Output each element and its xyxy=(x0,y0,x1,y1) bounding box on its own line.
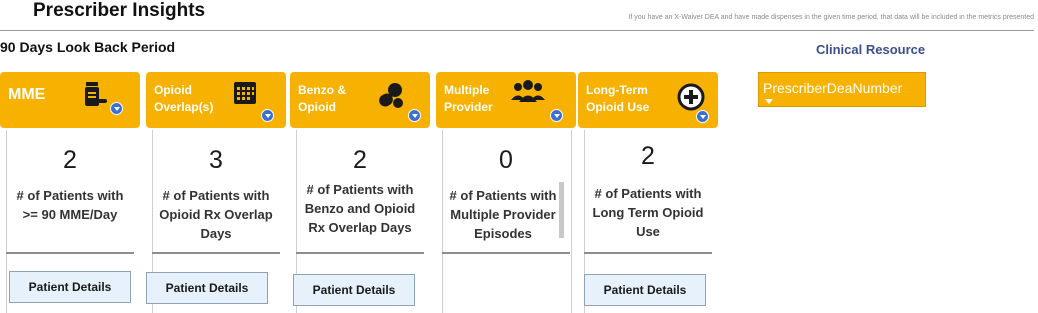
opioid-overlap-divider xyxy=(152,252,280,254)
benzo-opioid-description: # of Patients with Benzo and Opioid Rx O… xyxy=(304,182,416,235)
prescriber-dea-dropdown[interactable]: PrescriberDeaNumber xyxy=(758,72,926,107)
multiple-provider-card: Multiple Provider 0 # of Patients with M… xyxy=(436,72,576,313)
opioid-overlap-description: # of Patients with Opioid Rx Overlap Day… xyxy=(159,188,273,241)
multiple-provider-info-icon[interactable] xyxy=(550,109,563,122)
description-scrollbar[interactable] xyxy=(559,182,564,238)
pill-bottle-icon xyxy=(85,82,107,106)
benzo-opioid-patient-count: 2 xyxy=(353,146,367,174)
multiple-provider-card-title: Multiple Provider xyxy=(444,83,493,114)
calendar-icon xyxy=(234,82,256,104)
benzo-opioid-divider xyxy=(296,252,424,254)
mme-divider xyxy=(6,252,134,254)
opioid-overlap-patient-count: 3 xyxy=(209,146,223,174)
multiple-provider-description: # of Patients with Multiple Provider Epi… xyxy=(449,188,557,241)
long-term-opioid-patient-details-button[interactable]: Patient Details xyxy=(584,274,706,306)
clinical-resource-link[interactable]: Clinical Resource xyxy=(816,42,925,57)
multiple-provider-patient-count: 0 xyxy=(499,146,513,174)
benzo-opioid-info-icon[interactable] xyxy=(408,109,421,122)
page-title: Prescriber Insights xyxy=(33,0,206,21)
opioid-overlap-card-title: Opioid Overlap(s) xyxy=(154,83,214,114)
lookback-period-label: 90 Days Look Back Period xyxy=(0,39,176,55)
title-divider xyxy=(0,30,1034,31)
opioid-overlap-patient-details-button[interactable]: Patient Details xyxy=(146,272,268,304)
people-icon xyxy=(511,80,545,102)
mme-description: # of Patients with >= 90 MME/Day xyxy=(16,188,124,222)
long-term-opioid-patient-count: 2 xyxy=(641,142,655,170)
opioid-overlap-card: Opioid Overlap(s) 3 # of Patients with O… xyxy=(146,72,286,313)
long-term-opioid-divider xyxy=(584,252,712,254)
long-term-opioid-info-icon[interactable] xyxy=(696,110,709,123)
plus-circle-icon xyxy=(677,83,705,111)
long-term-opioid-card-title: Long-Term Opioid Use xyxy=(586,83,650,114)
mme-card-title: MME xyxy=(8,86,46,103)
mme-patient-details-button[interactable]: Patient Details xyxy=(9,271,131,303)
benzo-opioid-card-title: Benzo & Opioid xyxy=(298,83,346,114)
mme-info-icon[interactable] xyxy=(110,102,123,115)
caret-down-icon xyxy=(765,99,773,104)
xwaiver-disclaimer: If you have an X-Waiver DEA and have mad… xyxy=(628,14,1034,21)
long-term-opioid-description: # of Patients with Long Term Opioid Use xyxy=(592,186,704,239)
benzo-opioid-card: Benzo & Opioid 2 # of Patients with Benz… xyxy=(290,72,430,313)
mme-card-header[interactable]: MME xyxy=(0,72,140,128)
mme-card: MME 2 # of Patients with >= 90 MME/Day P… xyxy=(0,72,140,313)
opioid-overlap-card-header[interactable]: Opioid Overlap(s) xyxy=(146,72,286,128)
multiple-provider-divider xyxy=(442,252,570,254)
opioid-overlap-info-icon[interactable] xyxy=(261,109,274,122)
long-term-opioid-card: Long-Term Opioid Use 2 # of Patients wit… xyxy=(578,72,718,313)
mme-patient-count: 2 xyxy=(63,146,77,174)
long-term-opioid-card-header[interactable]: Long-Term Opioid Use xyxy=(578,72,718,128)
pills-icon xyxy=(379,83,403,108)
prescriber-dea-label: PrescriberDeaNumber xyxy=(763,80,903,96)
multiple-provider-card-header[interactable]: Multiple Provider xyxy=(436,72,576,128)
benzo-opioid-card-header[interactable]: Benzo & Opioid xyxy=(290,72,430,128)
benzo-opioid-patient-details-button[interactable]: Patient Details xyxy=(293,274,415,306)
